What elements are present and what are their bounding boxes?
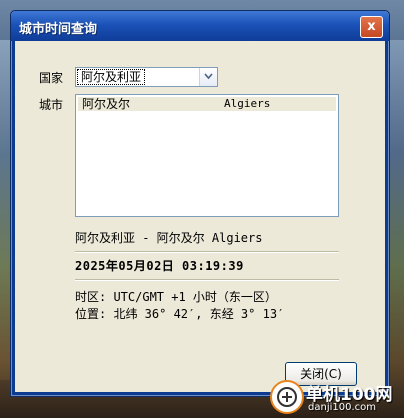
location-line: 阿尔及利亚 - 阿尔及尔 Algiers [75, 231, 263, 245]
position-text: 位置: 北纬 36° 42′, 东经 3° 13′ [75, 307, 285, 321]
timezone-text: 时区: UTC/GMT +1 小时（东一区） [75, 290, 277, 304]
separator [75, 279, 339, 281]
city-listbox[interactable]: 阿尔及尔 Algiers [75, 94, 339, 217]
watermark-url: danji100.com [308, 402, 376, 413]
separator [75, 251, 339, 253]
title-bar[interactable]: 城市时间查询 x [11, 11, 389, 41]
city-time-window: 城市时间查询 x 国家 阿尔及利亚 城市 阿尔及尔 Algiers 阿尔及利亚 … [10, 10, 390, 397]
city-english-name: Algiers [224, 97, 271, 110]
country-select[interactable]: 阿尔及利亚 [75, 67, 218, 87]
dialog-client-area: 国家 阿尔及利亚 城市 阿尔及尔 Algiers 阿尔及利亚 - 阿尔及尔 Al… [15, 41, 385, 392]
dropdown-button[interactable] [199, 68, 217, 86]
chevron-down-icon [204, 73, 213, 80]
current-datetime: 2025年05月02日 03:19:39 [75, 259, 244, 273]
watermark-logo: 单机100网 danji100.com [270, 378, 404, 418]
close-window-button[interactable]: x [360, 16, 383, 38]
plus-logo-icon [270, 380, 304, 414]
list-item[interactable]: 阿尔及尔 Algiers [78, 97, 336, 111]
country-label: 国家 [39, 71, 64, 85]
city-name: 阿尔及尔 [82, 97, 131, 111]
window-title: 城市时间查询 [19, 22, 98, 37]
country-selected-value: 阿尔及利亚 [77, 69, 146, 85]
city-label: 城市 [39, 98, 64, 112]
